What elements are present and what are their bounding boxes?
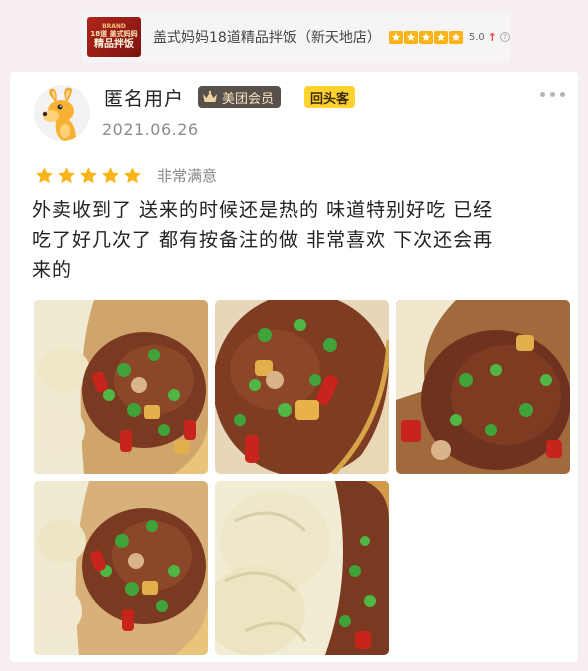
food-photo-3[interactable]	[396, 300, 570, 474]
star-icon	[102, 167, 119, 184]
question-circle-icon[interactable]: ?	[499, 32, 510, 42]
star-icon	[403, 30, 418, 44]
user-name: 匿名用户	[104, 88, 185, 110]
shop-logo-line2: 18道 盖式妈妈	[90, 30, 138, 39]
star-icon	[36, 167, 53, 184]
food-photo-4[interactable]	[34, 481, 208, 655]
star-icon	[58, 167, 75, 184]
star-icon	[448, 30, 463, 44]
review-text-line: 外卖收到了 送来的时候还是热的 味道特别好吃 已经	[32, 199, 494, 221]
more-options-icon[interactable]	[540, 92, 565, 97]
star-icon	[124, 167, 141, 184]
vip-badge-label: 美团会员	[222, 91, 275, 107]
review-text-line: 吃了好几次了 都有按备注的做 非常喜欢 下次还会再	[32, 229, 494, 251]
kangaroo-avatar-icon[interactable]	[34, 85, 90, 141]
crown-icon	[203, 90, 217, 102]
shop-header[interactable]: BRAND 18道 盖式妈妈 精品拌饭 盖式妈妈18道精品拌饭（新天地店） 5.…	[82, 12, 510, 62]
rating-label: 非常满意	[157, 167, 218, 185]
food-photo-1[interactable]	[34, 300, 208, 474]
vip-badge: 美团会员	[198, 86, 282, 108]
star-icon	[80, 167, 97, 184]
shop-name[interactable]: 盖式妈妈18道精品拌饭（新天地店）	[153, 27, 381, 47]
shop-logo-line3: 精品拌饭	[94, 38, 134, 50]
star-icon	[418, 30, 433, 44]
shop-star-rating	[388, 30, 463, 44]
review-date: 2021.06.26	[102, 120, 199, 139]
review-card: 匿名用户 美团会员 回头客 2021.06.26 非常满意 外卖收到了 送来的时…	[10, 72, 578, 662]
food-photo-5[interactable]	[215, 481, 389, 655]
review-text: 外卖收到了 送来的时候还是热的 味道特别好吃 已经 吃了好几次了 都有按备注的做…	[32, 195, 562, 285]
review-star-rating: 非常满意	[35, 165, 217, 186]
shop-score: 5.0	[468, 31, 485, 43]
food-photo-2[interactable]	[215, 300, 389, 474]
repeat-customer-badge: 回头客	[304, 86, 356, 108]
review-text-line: 来的	[32, 259, 73, 281]
star-icon	[433, 30, 448, 44]
shop-logo: BRAND 18道 盖式妈妈 精品拌饭	[87, 17, 141, 57]
up-arrow-icon: ↑	[487, 30, 497, 44]
star-icon	[388, 30, 403, 44]
